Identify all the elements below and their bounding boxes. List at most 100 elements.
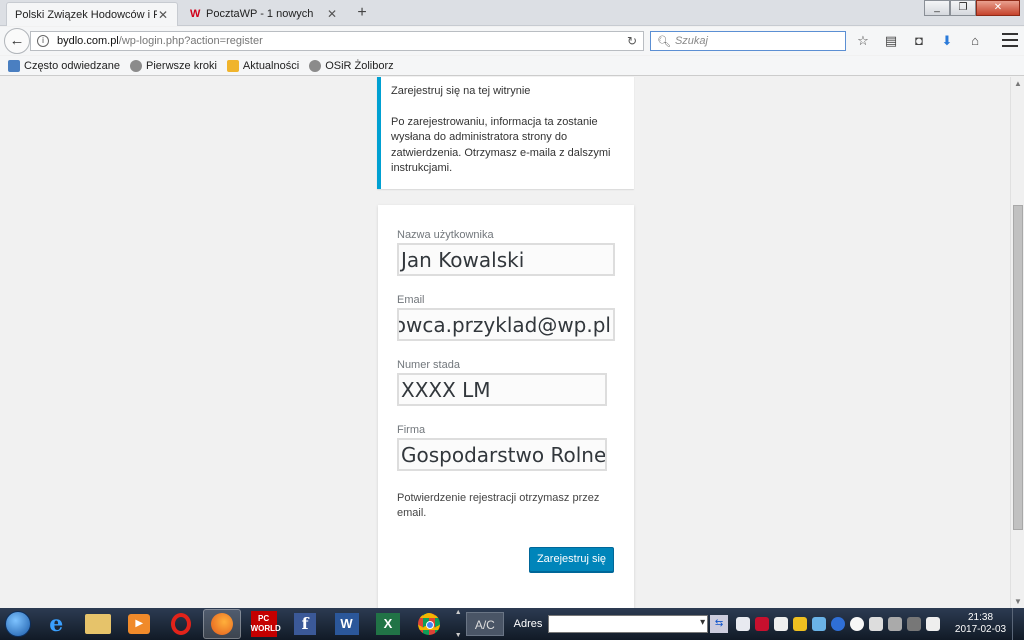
tab-strip: Polski Związek Hodowców i Pr... ✕ W Pocz…: [0, 0, 1024, 26]
close-window-button[interactable]: ✕: [976, 0, 1020, 16]
excel-icon: X: [376, 613, 401, 635]
tab-bydlo[interactable]: Polski Związek Hodowców i Pr... ✕: [6, 2, 178, 26]
pocket-icon[interactable]: ◘: [908, 31, 930, 51]
bookmark-folder-icon: [8, 59, 20, 72]
start-button[interactable]: [0, 608, 36, 640]
bookmark-star-icon[interactable]: ☆: [852, 31, 874, 51]
wp-logo-icon: W: [190, 8, 201, 20]
page-scrollbar[interactable]: ▲ ▼: [1010, 77, 1024, 608]
facebook-icon: f: [294, 613, 317, 635]
taskbar: e ▶ PC WORLD f W X ▲▼ A/C Adres ⇆ 21:38 …: [0, 608, 1024, 640]
toolbar-icons: ☆ ▤ ◘ ⬇ ⌂: [852, 31, 992, 51]
bookmark-label: Pierwsze kroki: [146, 59, 217, 72]
taskbar-opera[interactable]: [162, 609, 199, 639]
clock[interactable]: 21:38 2017-02-03: [953, 612, 1008, 636]
tab-label: Polski Związek Hodowców i Pr...: [15, 8, 157, 21]
scroll-down-icon[interactable]: ▼: [1014, 597, 1022, 606]
taskbar-chrome[interactable]: [411, 609, 448, 639]
tray-app-icon[interactable]: [849, 617, 864, 631]
message-title: Zarejestruj się na tej witrynie: [391, 85, 531, 97]
maximize-button[interactable]: ❐: [950, 0, 976, 16]
register-form: Nazwa użytkownika Jan Kowalski Email hod…: [378, 205, 634, 608]
windows-orb-icon: [4, 611, 31, 637]
close-tab-icon[interactable]: ✕: [326, 7, 338, 21]
herd-number-field[interactable]: XXXX LM: [397, 373, 607, 406]
signal-icon[interactable]: [906, 617, 921, 631]
scroll-thumb[interactable]: [1013, 205, 1023, 530]
window-controls: _ ❐ ✕: [924, 0, 1020, 16]
globe-icon: [309, 59, 322, 72]
bookmark-osir[interactable]: OSiR Żoliborz: [309, 59, 394, 72]
bookmark-label: Aktualności: [242, 59, 300, 72]
taskbar-word[interactable]: W: [328, 609, 365, 639]
new-tab-button[interactable]: +: [352, 4, 372, 22]
ac-button[interactable]: A/C: [466, 612, 504, 636]
tab-pocztawp[interactable]: W PocztaWP - 1 nowych ✕: [182, 2, 346, 26]
show-desktop-button[interactable]: [1012, 608, 1024, 640]
register-message: Zarejestruj się na tej witrynie Po zarej…: [377, 77, 634, 189]
tray-app-icon[interactable]: [773, 617, 788, 631]
reading-list-icon[interactable]: ▤: [880, 31, 902, 51]
navigation-bar: ← i bydlo.com.pl/wp-login.php?action=reg…: [0, 27, 1024, 55]
taskbar-explorer[interactable]: [79, 609, 116, 639]
taskbar-pcworld[interactable]: PC WORLD: [245, 609, 282, 639]
go-button[interactable]: ⇆: [710, 615, 728, 633]
scroll-up-icon[interactable]: ▲: [1014, 79, 1022, 88]
media-player-icon: ▶: [128, 614, 151, 634]
skype-icon[interactable]: [830, 617, 845, 631]
chevron-down-icon[interactable]: ▼: [455, 632, 462, 639]
clock-time: 21:38: [967, 612, 994, 623]
bookmark-pierwsze[interactable]: Pierwsze kroki: [130, 59, 217, 72]
taskbar-firefox[interactable]: [203, 609, 241, 639]
taskbar-facebook[interactable]: f: [286, 609, 323, 639]
bookmark-aktualnosci[interactable]: Aktualności: [226, 59, 300, 72]
username-field[interactable]: Jan Kowalski: [397, 243, 615, 276]
chrome-icon: [418, 613, 441, 635]
taskbar-media[interactable]: ▶: [120, 609, 157, 639]
taskbar-excel[interactable]: X: [369, 609, 406, 639]
internet-explorer-icon: e: [49, 611, 64, 637]
search-input[interactable]: 🔍︎ Szukaj: [650, 31, 846, 51]
volume-icon[interactable]: [925, 617, 940, 631]
address-input[interactable]: [548, 615, 709, 633]
bookmarks-bar: Często odwiedzane Pierwsze kroki Aktualn…: [0, 56, 1024, 76]
minimize-button[interactable]: _: [924, 0, 950, 16]
username-label: Nazwa użytkownika: [397, 229, 494, 241]
globe-icon: [130, 59, 143, 72]
tray-app-icon[interactable]: [792, 617, 807, 631]
search-placeholder: Szukaj: [674, 35, 708, 47]
company-label: Firma: [397, 424, 426, 436]
opera-icon: [170, 613, 191, 635]
taskbar-scroll[interactable]: ▲ ▼: [454, 609, 462, 639]
company-field[interactable]: Gospodarstwo Rolne: [397, 438, 607, 471]
tray-app-icon[interactable]: [735, 617, 750, 631]
email-field[interactable]: hodowca.przyklad@wp.pl: [397, 308, 615, 341]
herd-number-label: Numer stada: [397, 359, 460, 371]
email-value: hodowca.przyklad@wp.pl: [399, 313, 611, 337]
reload-icon[interactable]: ↻: [627, 34, 637, 48]
pcworld-icon: PC WORLD: [250, 611, 281, 637]
taskbar-ie[interactable]: e: [38, 609, 75, 639]
url-bar[interactable]: i bydlo.com.pl/wp-login.php?action=regis…: [30, 31, 644, 51]
back-button[interactable]: ←: [4, 28, 30, 54]
address-label: Adres: [513, 618, 543, 630]
bookmark-czesto[interactable]: Często odwiedzane: [8, 59, 120, 72]
word-icon: W: [334, 613, 359, 635]
chevron-up-icon[interactable]: ▲: [455, 609, 462, 616]
flag-icon[interactable]: [887, 617, 902, 631]
rss-icon: [226, 59, 239, 72]
firefox-icon: [211, 613, 234, 635]
folder-icon: [84, 614, 111, 634]
close-tab-icon[interactable]: ✕: [157, 8, 169, 22]
clock-date: 2017-02-03: [954, 624, 1007, 635]
tray-app-icon[interactable]: [811, 617, 826, 631]
download-icon[interactable]: ⬇: [936, 31, 958, 51]
registration-note: Potwierdzenie rejestracji otrzymasz prze…: [397, 492, 600, 519]
tray-app-icon[interactable]: [868, 617, 883, 631]
acrobat-icon[interactable]: [754, 617, 769, 631]
home-icon[interactable]: ⌂: [964, 31, 986, 51]
hamburger-menu-icon[interactable]: [1002, 33, 1018, 51]
search-icon: 🔍︎: [657, 35, 671, 48]
info-icon[interactable]: i: [37, 35, 49, 47]
register-button[interactable]: Zarejestruj się: [529, 547, 614, 572]
